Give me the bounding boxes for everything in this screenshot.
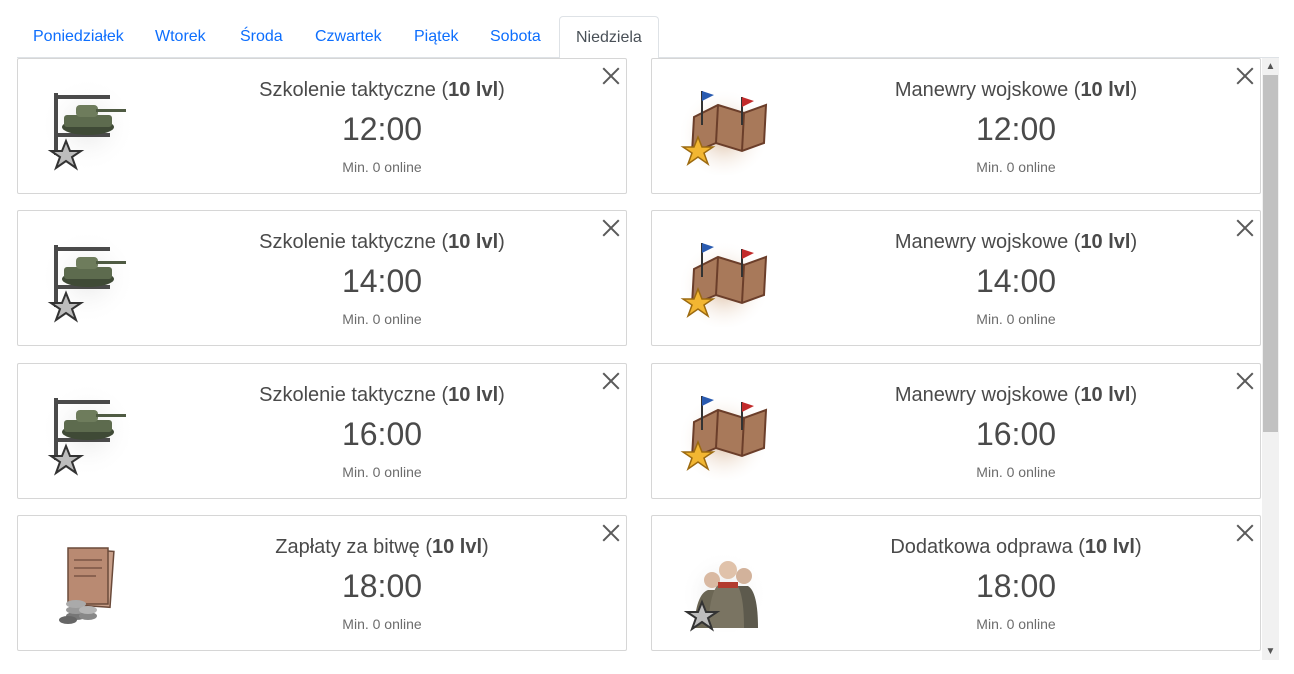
tank-star-icon [38,380,138,480]
event-card: Manewry wojskowe (10 lvl) 12:00 Min. 0 o… [651,58,1261,194]
event-card: Szkolenie taktyczne (10 lvl) 16:00 Min. … [17,363,627,499]
min-online: Min. 0 online [976,311,1056,327]
map-flags-star-icon [672,75,772,176]
event-title: Manewry wojskowe (10 lvl) [894,231,1138,253]
event-card: Dodatkowa odprawa (10 lvl) 18:00 Min. 0 … [651,515,1261,651]
day-tabs: Poniedziałek Wtorek Środa Czwartek Piąte… [17,16,1279,59]
scrollbar-thumb[interactable] [1263,75,1278,432]
tank-star-icon [38,75,138,175]
event-time: 16:00 [975,416,1057,452]
event-time: 16:00 [341,416,423,452]
tank-star-icon [38,227,138,327]
min-online: Min. 0 online [342,616,422,632]
document-coins-icon [38,532,138,632]
event-title: Manewry wojskowe (10 lvl) [894,384,1138,406]
min-online: Min. 0 online [976,616,1056,632]
scroll-down-arrow-icon[interactable]: ▼ [1262,643,1279,660]
event-card: Manewry wojskowe (10 lvl) 14:00 Min. 0 o… [651,210,1261,346]
event-time: 14:00 [975,263,1057,299]
min-online: Min. 0 online [342,159,422,175]
event-time: 12:00 [341,111,423,147]
event-title: Zapłaty za bitwę (10 lvl) [275,536,489,558]
tab-poniedzialek[interactable]: Poniedziałek [17,16,140,58]
tab-wtorek[interactable]: Wtorek [139,16,222,58]
event-card: Szkolenie taktyczne (10 lvl) 14:00 Min. … [17,210,627,346]
map-flags-star-icon [672,227,772,328]
event-time: 18:00 [341,568,423,604]
scrollbar[interactable]: ▲ ▼ [1262,58,1279,660]
min-online: Min. 0 online [976,159,1056,175]
event-title: Dodatkowa odprawa (10 lvl) [890,536,1142,558]
event-time: 18:00 [975,568,1057,604]
tab-piatek[interactable]: Piątek [398,16,474,58]
min-online: Min. 0 online [342,464,422,480]
events-list: Szkolenie taktyczne (10 lvl) 12:00 Min. … [0,58,1294,660]
event-card: Manewry wojskowe (10 lvl) 16:00 Min. 0 o… [651,363,1261,499]
crew-star-icon [672,532,772,634]
tab-niedziela[interactable]: Niedziela [559,16,659,59]
tab-sroda[interactable]: Środa [224,16,299,58]
event-card: Szkolenie taktyczne (10 lvl) 12:00 Min. … [17,58,627,194]
event-title: Szkolenie taktyczne (10 lvl) [259,231,505,253]
event-time: 14:00 [341,263,423,299]
tab-sobota[interactable]: Sobota [474,16,557,58]
map-flags-star-icon [672,380,772,481]
scroll-up-arrow-icon[interactable]: ▲ [1262,58,1279,75]
event-title: Szkolenie taktyczne (10 lvl) [259,384,505,406]
tab-czwartek[interactable]: Czwartek [299,16,398,58]
min-online: Min. 0 online [976,464,1056,480]
event-card: Zapłaty za bitwę (10 lvl) 18:00 Min. 0 o… [17,515,627,651]
min-online: Min. 0 online [342,311,422,327]
event-time: 12:00 [975,111,1057,147]
event-title: Szkolenie taktyczne (10 lvl) [259,79,505,101]
event-title: Manewry wojskowe (10 lvl) [894,79,1138,101]
